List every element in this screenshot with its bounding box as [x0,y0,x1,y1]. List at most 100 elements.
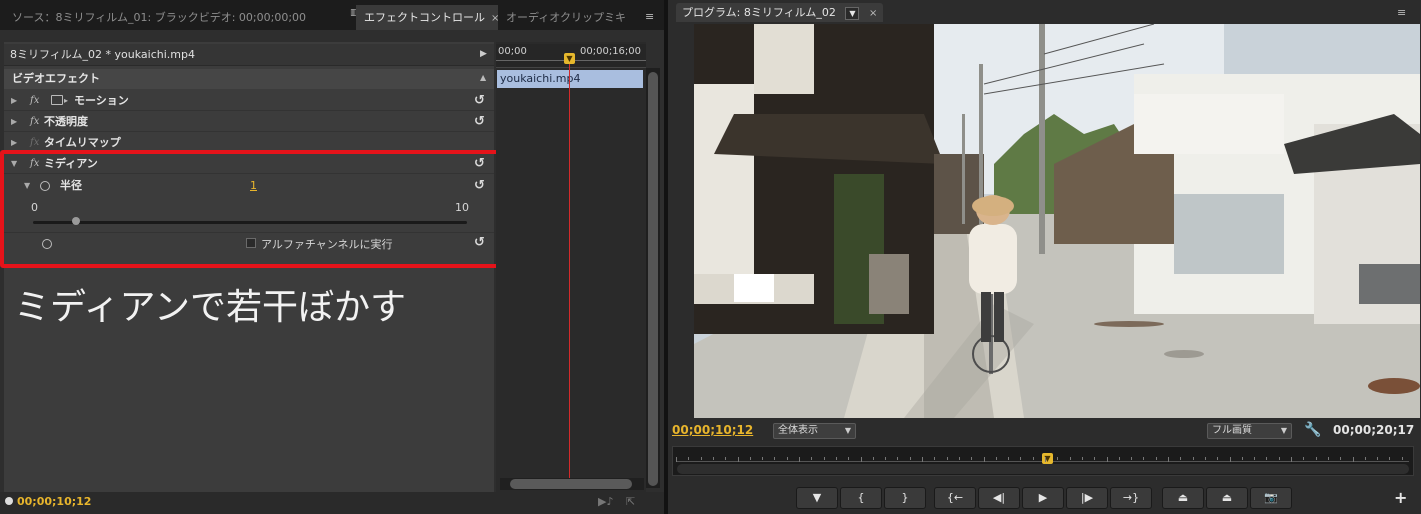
add-button[interactable]: + [1394,488,1407,507]
video-frame[interactable] [694,24,1420,418]
add-marker-button[interactable]: ▼ [796,487,838,509]
ruler-tick [872,457,874,460]
panel-menu-icon[interactable]: ≡ [645,10,654,23]
ruler-tick [774,457,776,460]
ruler-tick [934,457,936,460]
ruler-tick [897,457,899,460]
tab-effect-controls[interactable]: エフェクトコントロール × [356,5,498,30]
ruler-tick [1155,457,1157,460]
program-time-ruler[interactable]: ▼ [672,446,1414,476]
playhead-line [569,62,570,478]
ruler-tick [1327,457,1329,460]
ruler-tick [1032,457,1034,460]
ruler-tick [1229,457,1231,462]
tab-source[interactable]: ソース：8ミリフィルム_01: ブラックビデオ: 00;00;00;00 [4,5,344,30]
ruler-tick [1008,457,1010,460]
playhead-icon[interactable]: ▼ [564,53,575,64]
ruler-tick [1241,457,1243,460]
annotation-caption: ミディアンで若干ぼかす [14,287,407,328]
expand-triangle-icon[interactable]: ▶ [11,111,17,132]
ruler-tick [995,457,997,460]
tab-audio-clip-mixer-label: オーディオクリップミキ [506,11,627,24]
street-scene-image [694,24,1420,418]
show-timeline-arrow-icon[interactable]: ▶ [480,49,487,59]
ruler-tick [1192,457,1194,460]
ruler-tick [1020,457,1022,460]
ruler-tick [688,457,690,460]
ruler-tick [983,457,985,462]
mark-out-button[interactable]: } [884,487,926,509]
go-to-out-button[interactable]: →} [1110,487,1152,509]
ruler-tick [946,457,948,460]
vertical-scroll-thumb[interactable] [648,72,658,486]
play-button[interactable]: ▶ [1022,487,1064,509]
chevron-down-icon: ▼ [844,426,851,435]
zoom-level-value: 全体表示 [778,425,818,436]
ruler-tick [1217,457,1219,460]
program-zoom-bar[interactable] [677,464,1409,474]
ruler-tick [958,457,960,460]
playback-quality-value: フル画質 [1212,425,1252,436]
chevron-down-icon: ▼ [1280,426,1287,435]
program-current-time[interactable]: 00;00;10;12 [672,423,753,437]
program-duration: 00;00;20;17 [1333,423,1415,437]
ruler-tick [835,457,837,460]
close-icon[interactable]: × [869,8,877,19]
ruler-tick [1045,457,1046,462]
ruler-tick [1081,457,1083,460]
ruler-tick [1118,457,1120,460]
ruler-tick [1057,457,1059,460]
panel-menu-icon[interactable]: ≡ [1397,6,1406,19]
ruler-tick [1254,457,1256,460]
ruler-tick [1315,457,1317,460]
mark-in-button[interactable]: { [840,487,882,509]
ruler-tick [971,457,973,460]
playback-quality-dropdown[interactable]: フル画質 ▼ [1207,423,1292,439]
ruler-tick [1291,457,1292,462]
chevron-down-icon[interactable]: ▼ [845,6,860,20]
fx-icon[interactable]: fx [30,111,39,132]
zoom-level-dropdown[interactable]: 全体表示 ▼ [773,423,856,439]
timeline-clip[interactable]: youkaichi.mp4 [497,70,643,88]
close-icon[interactable]: × [491,13,498,24]
export-icon[interactable]: ⇱ [626,495,635,508]
ruler-tick [1352,457,1354,462]
expand-triangle-icon[interactable]: ▶ [11,90,17,111]
video-effects-label: ビデオエフェクト [12,72,100,85]
current-time[interactable]: 00;00;10;12 [17,495,91,508]
lift-button[interactable]: ⏏ [1162,487,1204,509]
ruler-tick [1168,457,1169,462]
wrench-icon[interactable]: 🔧 [1304,422,1321,438]
reset-icon[interactable]: ↺ [474,111,485,132]
ruler-tick [676,457,677,462]
export-frame-button[interactable]: 📷 [1250,487,1292,509]
horizontal-scroll-thumb[interactable] [510,479,632,489]
effect-row-opacity[interactable]: ▶ fx 不透明度 ↺ [4,111,494,132]
ruler-tick [1106,457,1108,462]
tab-audio-clip-mixer[interactable]: オーディオクリップミキ [498,5,633,30]
step-back-button[interactable]: ◀| [978,487,1020,509]
collapse-up-icon[interactable]: ▲ [480,73,486,82]
filter-icon[interactable] [5,497,13,505]
transform-icon[interactable] [51,95,63,105]
tab-program[interactable]: プログラム: 8ミリフィルム_02 ▼ × [676,3,884,22]
fx-icon[interactable]: fx [30,90,39,111]
tab-program-label: プログラム: 8ミリフィルム_02 [682,6,836,19]
tab-source-label: ソース：8ミリフィルム_01: ブラックビデオ: 00;00;00;00 [12,11,307,24]
extract-button[interactable]: ⏏ [1206,487,1248,509]
ruler-tick [700,457,702,460]
tab-effect-controls-label: エフェクトコントロール [364,11,485,24]
timeline-end: 00;00;16;00 [580,46,642,57]
reset-icon[interactable]: ↺ [474,90,485,111]
go-to-in-button[interactable]: {← [934,487,976,509]
ruler-tick [1377,457,1379,460]
effect-name: 不透明度 [44,115,88,128]
mini-timeline [496,42,646,492]
step-forward-button[interactable]: |▶ [1066,487,1108,509]
ruler-tick [885,457,887,460]
ruler-tick [712,457,714,460]
effect-row-motion[interactable]: ▶ fx ▸ モーション ↺ [4,90,494,111]
play-audio-icon[interactable]: ▶♪ [598,495,613,508]
clip-title-bar: 8ミリフィルム_02 * youkaichi.mp4 [4,44,494,66]
ruler-tick [737,457,739,462]
